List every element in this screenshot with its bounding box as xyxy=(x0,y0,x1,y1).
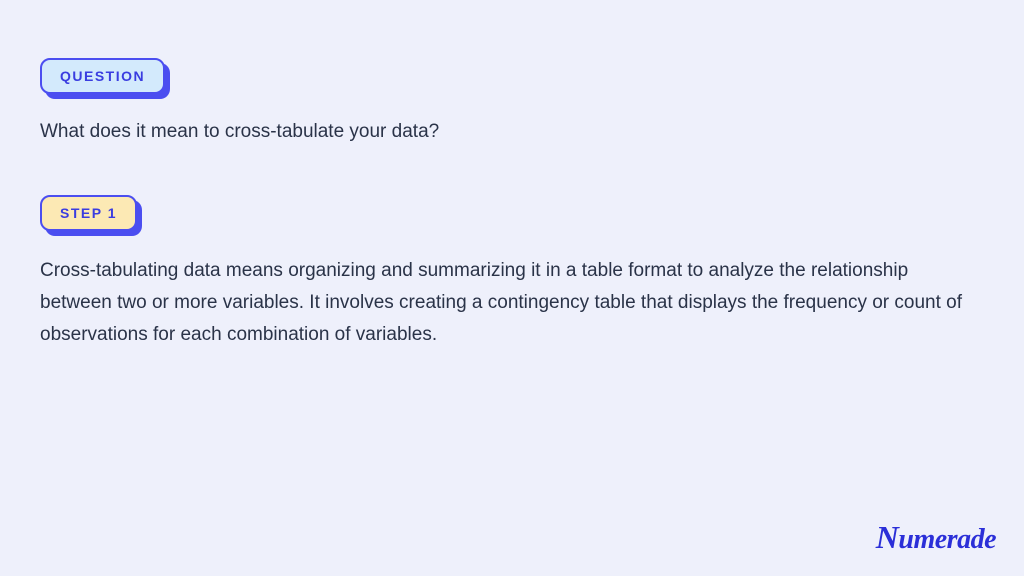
step-text: Cross-tabulating data means organizing a… xyxy=(40,255,984,352)
question-badge-wrapper: QUESTION xyxy=(40,58,165,94)
question-text: What does it mean to cross-tabulate your… xyxy=(40,118,984,147)
step-badge: STEP 1 xyxy=(40,195,137,231)
step-badge-wrapper: STEP 1 xyxy=(40,195,137,231)
main-content: QUESTION What does it mean to cross-tabu… xyxy=(0,0,1024,391)
logo-text: umerade xyxy=(898,524,996,555)
logo-letter: N xyxy=(876,519,899,555)
brand-logo: Numerade xyxy=(876,519,996,556)
question-badge: QUESTION xyxy=(40,58,165,94)
